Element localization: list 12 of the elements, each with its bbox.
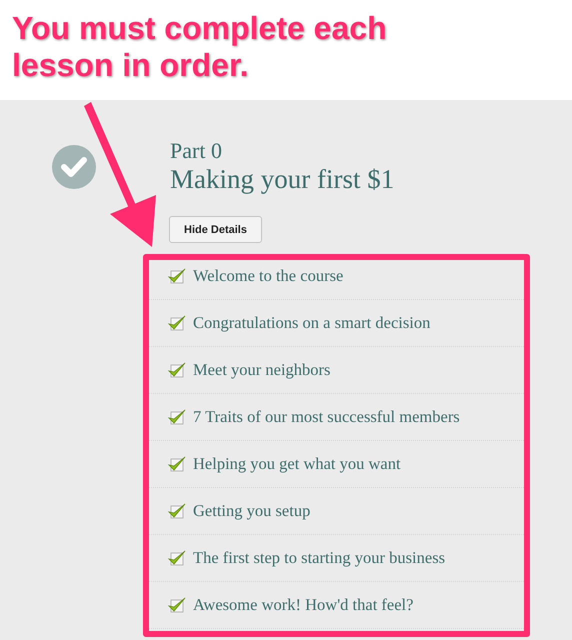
part-label: Part 0 bbox=[170, 138, 223, 164]
annotation-text: You must complete each lesson in order. bbox=[12, 10, 388, 84]
lesson-link[interactable]: Awesome work! How'd that feel? bbox=[193, 595, 414, 615]
lesson-link[interactable]: The first step to starting your business bbox=[193, 548, 446, 568]
lesson-link[interactable]: Congratulations on a smart decision bbox=[193, 313, 430, 333]
hide-details-button[interactable]: Hide Details bbox=[169, 216, 262, 243]
lesson-link[interactable]: Meet your neighbors bbox=[193, 360, 330, 380]
lesson-link[interactable]: Welcome to the course bbox=[193, 266, 344, 286]
lesson-link[interactable]: Helping you get what you want bbox=[193, 454, 401, 474]
part-title: Making your first $1 bbox=[170, 164, 394, 194]
lesson-link[interactable]: 7 Traits of our most successful members bbox=[193, 407, 460, 427]
lesson-link[interactable]: Getting you setup bbox=[193, 501, 310, 521]
